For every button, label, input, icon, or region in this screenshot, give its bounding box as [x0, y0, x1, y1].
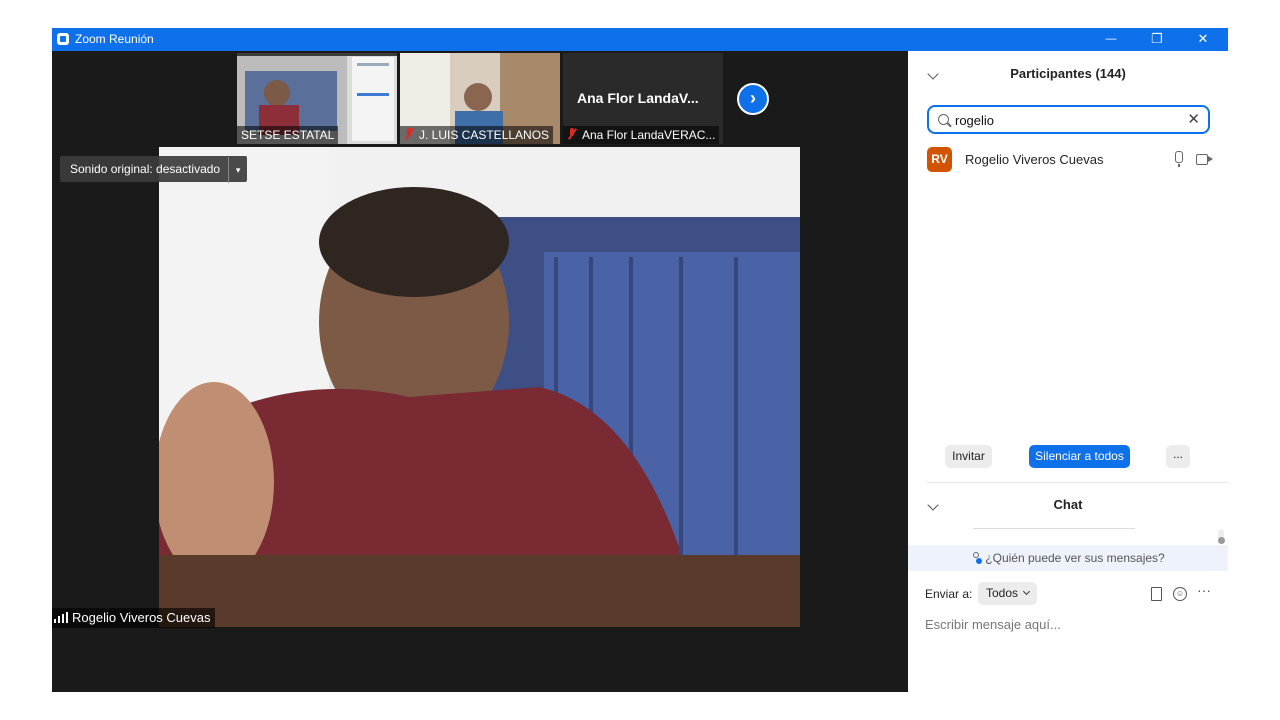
video-area: SETSE ESTATAL J. LUIS CASTELLANOS Ana Fl… — [52, 51, 908, 692]
thumbnail-display-name: Ana Flor LandaV... — [577, 90, 699, 106]
avatar: RV — [927, 147, 952, 172]
invite-button[interactable]: Invitar — [945, 445, 992, 468]
recipient-dropdown[interactable]: Todos — [978, 582, 1038, 605]
divider — [927, 482, 1228, 483]
participant-search-input[interactable] — [955, 110, 1175, 130]
thumbnail-video[interactable]: J. LUIS CASTELLANOS — [400, 53, 560, 144]
zoom-logo-icon — [57, 33, 69, 45]
chevron-down-icon[interactable]: ▾ — [228, 157, 247, 183]
next-page-arrow-icon[interactable]: › — [737, 83, 769, 115]
chat-title: Chat — [1053, 497, 1083, 512]
thumbnail-video[interactable]: Ana Flor LandaV... Ana Flor LandaVERAC..… — [563, 53, 723, 144]
chat-divider — [973, 528, 1135, 529]
mic-muted-icon — [567, 128, 577, 140]
thumbnail-name: SETSE ESTATAL — [237, 126, 339, 144]
signal-strength-icon — [54, 612, 68, 623]
participants-title: Participantes (144) — [1010, 66, 1126, 81]
chat-more-icon[interactable]: ··· — [1197, 582, 1211, 598]
thumbnail-name-text: Ana Flor LandaVERAC... — [582, 128, 716, 142]
send-to-label: Enviar a: — [925, 587, 973, 601]
thumbnail-name: J. LUIS CASTELLANOS — [400, 126, 554, 144]
clear-search-icon[interactable]: ✕ — [1187, 110, 1200, 128]
message-visibility-bar[interactable]: ¿Quién puede ver sus mensajes? — [908, 545, 1228, 571]
participants-panel: Participantes (144) ✕ RV Rogelio Viveros… — [908, 51, 1228, 692]
title-bar: Zoom Reunión — ❐ ✕ — [52, 28, 1228, 51]
chevron-down-icon — [1022, 587, 1031, 596]
thumbnail-name: Ana Flor LandaVERAC... — [563, 126, 720, 144]
chat-message-input[interactable] — [925, 612, 1215, 636]
mic-muted-icon — [404, 128, 414, 140]
message-visibility-text: ¿Quién puede ver sus mensajes? — [908, 551, 1228, 565]
thumbnail-name-text: J. LUIS CASTELLANOS — [419, 128, 550, 142]
restore-button[interactable]: ❐ — [1134, 28, 1180, 51]
thumbnail-video[interactable]: SETSE ESTATAL — [237, 53, 397, 144]
participant-name: Rogelio Viveros Cuevas — [965, 152, 1104, 167]
recipient-value: Todos — [986, 586, 1019, 600]
chat-scrollbar[interactable] — [1218, 529, 1225, 544]
participant-row[interactable]: RV Rogelio Viveros Cuevas — [908, 145, 1228, 173]
microphone-icon[interactable] — [1175, 151, 1183, 167]
original-sound-toggle[interactable]: Sonido original: desactivado ▾ — [60, 156, 248, 183]
close-button[interactable]: ✕ — [1180, 28, 1226, 51]
active-speaker-name: Rogelio Viveros Cuevas — [52, 608, 215, 628]
original-sound-label: Sonido original: desactivado — [70, 162, 221, 176]
participant-search-box: ✕ — [927, 105, 1210, 134]
active-speaker-name-text: Rogelio Viveros Cuevas — [72, 610, 211, 625]
speaker-video-frame — [159, 147, 800, 627]
people-info-icon — [971, 552, 983, 564]
emoji-icon[interactable]: ☺ — [1173, 587, 1187, 601]
video-camera-icon[interactable] — [1196, 154, 1213, 165]
more-options-button[interactable]: ... — [1166, 445, 1190, 468]
file-icon[interactable] — [1151, 587, 1162, 601]
window-title: Zoom Reunión — [75, 32, 154, 46]
mute-all-button[interactable]: Silenciar a todos — [1029, 445, 1130, 468]
zoom-window: Zoom Reunión — ❐ ✕ SETSE ESTATAL J. LUIS… — [52, 28, 1228, 692]
active-speaker-video — [159, 147, 800, 627]
search-icon — [938, 114, 949, 125]
minimize-button[interactable]: — — [1088, 28, 1134, 51]
message-visibility-label: ¿Quién puede ver sus mensajes? — [985, 551, 1165, 565]
